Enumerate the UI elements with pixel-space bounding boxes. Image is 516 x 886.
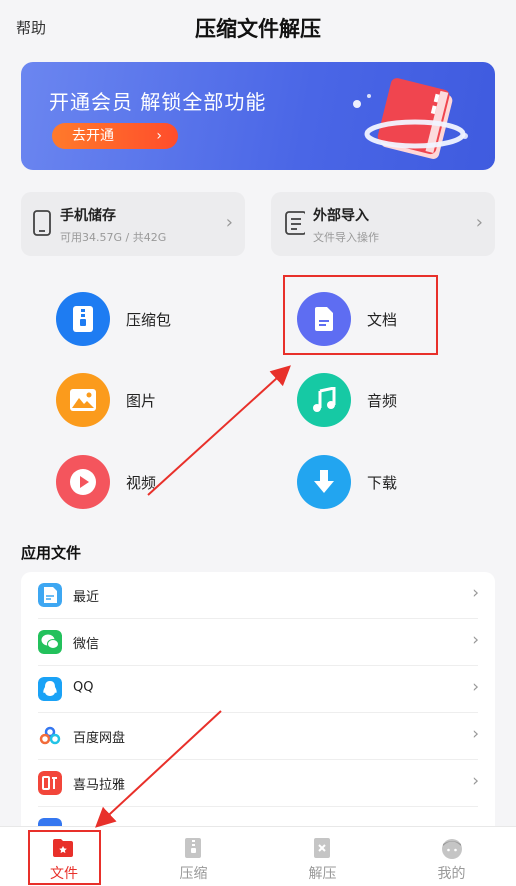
chevron-right-icon: › [472,677,479,697]
list-item-label: 微信 [73,637,100,652]
chevron-right-icon: › [472,724,479,744]
profile-icon [442,839,462,859]
category-image[interactable]: 图片 [56,373,256,429]
chevron-right-icon: › [475,212,483,233]
external-import-title: 外部导入 [313,208,369,224]
chevron-right-icon: › [472,583,479,603]
category-label: 图片 [126,392,157,410]
list-item-label: 最近 [73,590,100,605]
list-item-wechat[interactable]: 微信 › [21,619,495,666]
open-vip-label: 去开通 [72,128,114,144]
list-item-baidu-netdisk[interactable]: 百度网盘 › [21,713,495,760]
category-label: 视频 [126,474,157,492]
wechat-icon [38,630,62,654]
header: 帮助 压缩文件解压 [0,0,516,56]
banner-text: 开通会员 解锁全部功能 [49,90,267,114]
download-icon [297,455,351,509]
section-title: 应用文件 [21,544,82,562]
tab-label: 压缩 [179,866,208,882]
tab-label: 我的 [437,866,466,882]
baidu-netdisk-icon [38,724,62,748]
page-title: 压缩文件解压 [195,17,321,41]
play-icon [56,455,110,509]
category-audio[interactable]: 音频 [297,373,497,429]
chevron-right-icon: › [156,128,162,144]
list-item-qq[interactable]: QQ › [21,666,495,713]
app-file-list: 最近 › 微信 › QQ › 百度网盘 › 喜马拉雅 › [21,572,495,832]
chevron-right-icon: › [472,630,479,650]
list-item-label: 喜马拉雅 [73,778,126,793]
tab-label: 解压 [308,866,337,882]
phone-storage-card[interactable]: 手机储存 可用34.57G / 共42G › [21,192,245,256]
document-import-icon [285,211,305,235]
music-icon [297,373,351,427]
open-vip-button[interactable]: 去开通 › [52,123,178,149]
external-import-card[interactable]: 外部导入 文件导入操作 › [271,192,495,256]
list-item-label: QQ [73,680,94,695]
qq-icon [38,677,62,701]
category-video[interactable]: 视频 [56,455,256,511]
document-highlight-box [283,275,438,355]
category-download[interactable]: 下载 [297,455,497,511]
category-label: 压缩包 [126,311,172,329]
tab-profile[interactable]: 我的 [387,827,516,886]
tab-decompress[interactable]: 解压 [258,827,387,886]
decompress-icon [314,838,330,858]
category-label: 音频 [367,392,398,410]
list-item-recent[interactable]: 最近 › [21,572,495,619]
zip-icon [56,292,110,346]
compress-icon [185,838,201,858]
vip-book-icon [353,78,468,159]
category-label: 下载 [367,474,398,492]
chevron-right-icon: › [225,212,233,233]
phone-storage-capacity: 可用34.57G / 共42G [60,231,167,244]
ximalaya-icon [38,771,62,795]
category-zip[interactable]: 压缩包 [56,292,256,348]
image-icon [56,373,110,427]
tab-compress[interactable]: 压缩 [129,827,258,886]
phone-icon [33,210,51,236]
list-item-label: 百度网盘 [73,731,126,746]
chevron-right-icon: › [472,771,479,791]
recent-file-icon [38,583,62,607]
external-import-sub: 文件导入操作 [313,231,379,244]
phone-storage-title: 手机储存 [60,208,116,224]
list-item-ximalaya[interactable]: 喜马拉雅 › [21,760,495,807]
vip-banner[interactable]: 开通会员 解锁全部功能 去开通 › [21,62,495,170]
files-tab-highlight-box [28,830,101,885]
